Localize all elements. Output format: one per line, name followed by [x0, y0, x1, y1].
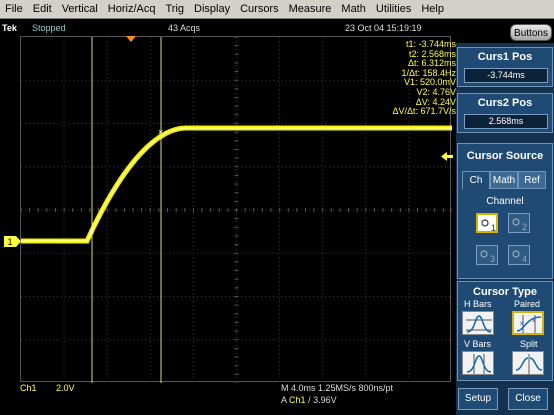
menu-display[interactable]: Display — [189, 3, 235, 15]
trigger-prefix: A — [281, 395, 287, 405]
trigger-info[interactable]: A Ch1 / 3.96V — [281, 395, 337, 405]
menu-math[interactable]: Math — [336, 3, 370, 15]
svg-text:x: x — [532, 318, 535, 324]
readout-slope: ΔV/Δt: 671.7V/s — [392, 106, 456, 117]
curs2-pos-box[interactable]: Curs2 Pos 2.568ms — [457, 93, 553, 133]
close-button[interactable]: Close — [508, 388, 548, 410]
menu-trig[interactable]: Trig — [160, 3, 189, 15]
menu-measure[interactable]: Measure — [284, 3, 337, 15]
split-icon — [515, 354, 543, 374]
cursor-readout: t1: -3.744ms t2: 2.568ms Δt: 6.312ms 1/Δ… — [356, 39, 456, 117]
channel-3-button[interactable]: 3 — [476, 245, 498, 265]
acquisition-count: 43 Acqs — [168, 23, 201, 33]
paired-button[interactable]: xx — [512, 311, 544, 335]
tab-ref[interactable]: Ref — [518, 171, 546, 189]
source-tabs: Ch Math Ref — [462, 171, 546, 189]
menu-bar: File Edit Vertical Horiz/Acq Trig Displa… — [0, 0, 554, 19]
cursor-2-x-mark: × — [158, 127, 163, 137]
trigger-level: / 3.96V — [308, 395, 337, 405]
brand-logo: Tek — [2, 23, 17, 33]
buttons-toggle-button[interactable]: Buttons — [510, 24, 552, 41]
menu-vertical[interactable]: Vertical — [57, 3, 103, 15]
cursor-type-title: Cursor Type — [473, 286, 537, 298]
paired-icon: xx — [516, 315, 542, 333]
trigger-level-arrow-icon — [441, 152, 453, 161]
type-label-v-bars: V Bars — [464, 339, 492, 349]
menu-help[interactable]: Help — [416, 3, 449, 15]
tab-math[interactable]: Math — [490, 171, 518, 189]
curs1-pos-box[interactable]: Curs1 Pos -3.744ms — [457, 47, 553, 87]
split-button[interactable] — [512, 351, 544, 375]
menu-utilities[interactable]: Utilities — [371, 3, 416, 15]
ch1-scale[interactable]: 2.0V — [56, 383, 75, 393]
type-label-paired: Paired — [514, 299, 541, 309]
cursor-source-box: Cursor Source — [457, 143, 553, 279]
menu-edit[interactable]: Edit — [28, 3, 57, 15]
channel-marker-label: 1 — [7, 237, 12, 247]
curs1-title: Curs1 Pos — [477, 51, 533, 63]
trigger-position-marker-icon — [126, 36, 136, 42]
menu-cursors[interactable]: Cursors — [235, 3, 284, 15]
svg-text:1: 1 — [491, 223, 496, 233]
channel-1-button[interactable]: 1 — [476, 213, 498, 233]
trigger-channel: Ch1 — [289, 395, 306, 405]
v-bars-icon — [466, 354, 492, 374]
v-bars-button[interactable] — [462, 351, 494, 375]
curs2-value[interactable]: 2.568ms — [464, 114, 548, 129]
horizontal-info[interactable]: M 4.0ms 1.25MS/s 800ns/pt — [281, 383, 393, 393]
tab-ch[interactable]: Ch — [462, 171, 490, 189]
setup-button[interactable]: Setup — [458, 388, 498, 410]
channel-label: Channel — [486, 196, 524, 207]
channel-4-button[interactable]: 4 — [508, 245, 530, 265]
channel-1-marker[interactable]: 1 — [4, 236, 22, 247]
cursor-1-x-mark: × — [89, 227, 94, 237]
ch1-label[interactable]: Ch1 — [20, 383, 37, 393]
curs2-title: Curs2 Pos — [477, 97, 533, 109]
svg-text:3: 3 — [490, 254, 495, 264]
status-bar: Tek Stopped 43 Acqs 23 Oct 04 15:19:19 — [0, 20, 456, 37]
cursor-control-panel: Curs1 Pos -3.744ms Curs2 Pos 2.568ms Cur… — [456, 43, 554, 415]
svg-text:4: 4 — [522, 254, 527, 264]
menu-file[interactable]: File — [0, 3, 28, 15]
date-time: 23 Oct 04 15:19:19 — [345, 23, 422, 33]
type-label-split: Split — [520, 339, 538, 349]
h-bars-icon — [466, 315, 492, 333]
menu-horiz-acq[interactable]: Horiz/Acq — [103, 3, 161, 15]
h-bars-button[interactable] — [462, 311, 494, 335]
run-state[interactable]: Stopped — [32, 23, 66, 33]
svg-text:x: x — [520, 321, 523, 327]
curs1-value[interactable]: -3.744ms — [464, 68, 548, 83]
channel-2-button[interactable]: 2 — [508, 213, 530, 233]
type-label-h-bars: H Bars — [464, 299, 492, 309]
svg-text:2: 2 — [522, 222, 527, 232]
cursor-source-title: Cursor Source — [466, 150, 544, 162]
